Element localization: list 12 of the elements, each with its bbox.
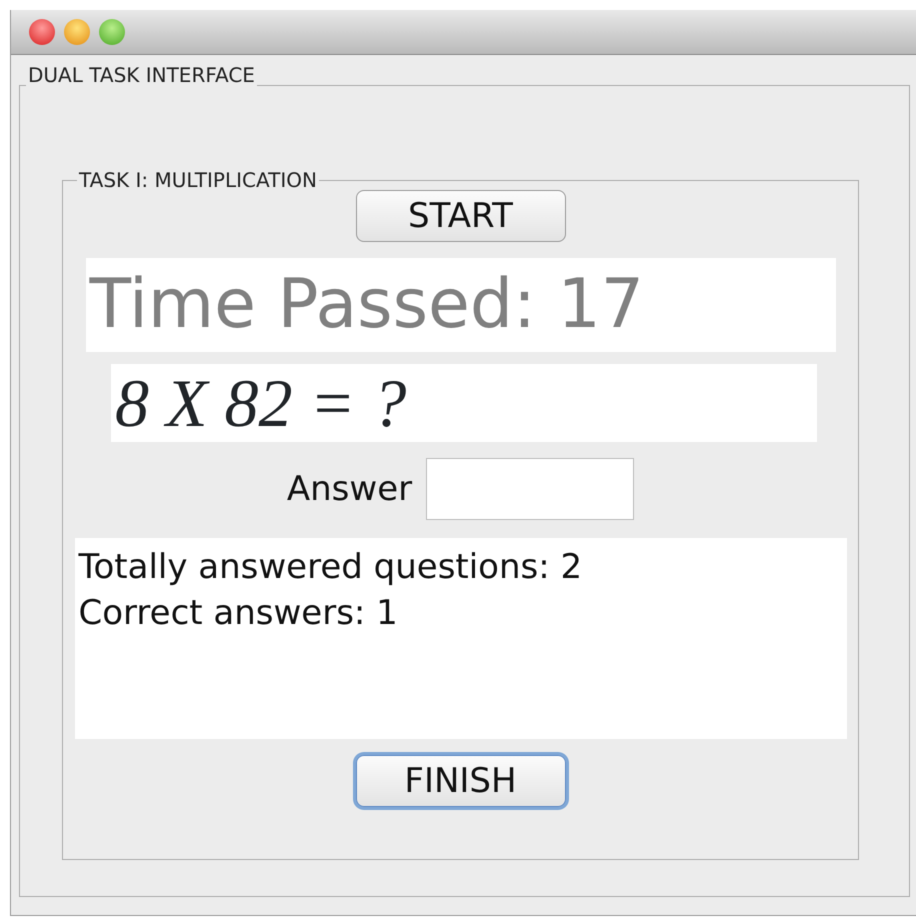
- result-line: Correct answers: 1: [78, 592, 399, 635]
- timer-text: Time Passed: 17: [86, 258, 836, 352]
- answer-label: Answer: [286, 468, 412, 510]
- answer-field[interactable]: [426, 458, 634, 520]
- task-title: TASK I: MULTIPLICATION: [78, 170, 318, 190]
- result-line: Totally answered questions: 2: [78, 546, 584, 589]
- window-title: DUAL TASK INTERFACE: [27, 65, 256, 85]
- minimize-icon[interactable]: [64, 19, 90, 45]
- question-text: 8 X 82 = ?: [111, 364, 817, 442]
- close-icon[interactable]: [29, 19, 55, 45]
- zoom-icon[interactable]: [99, 19, 125, 45]
- start-button[interactable]: START: [356, 190, 566, 242]
